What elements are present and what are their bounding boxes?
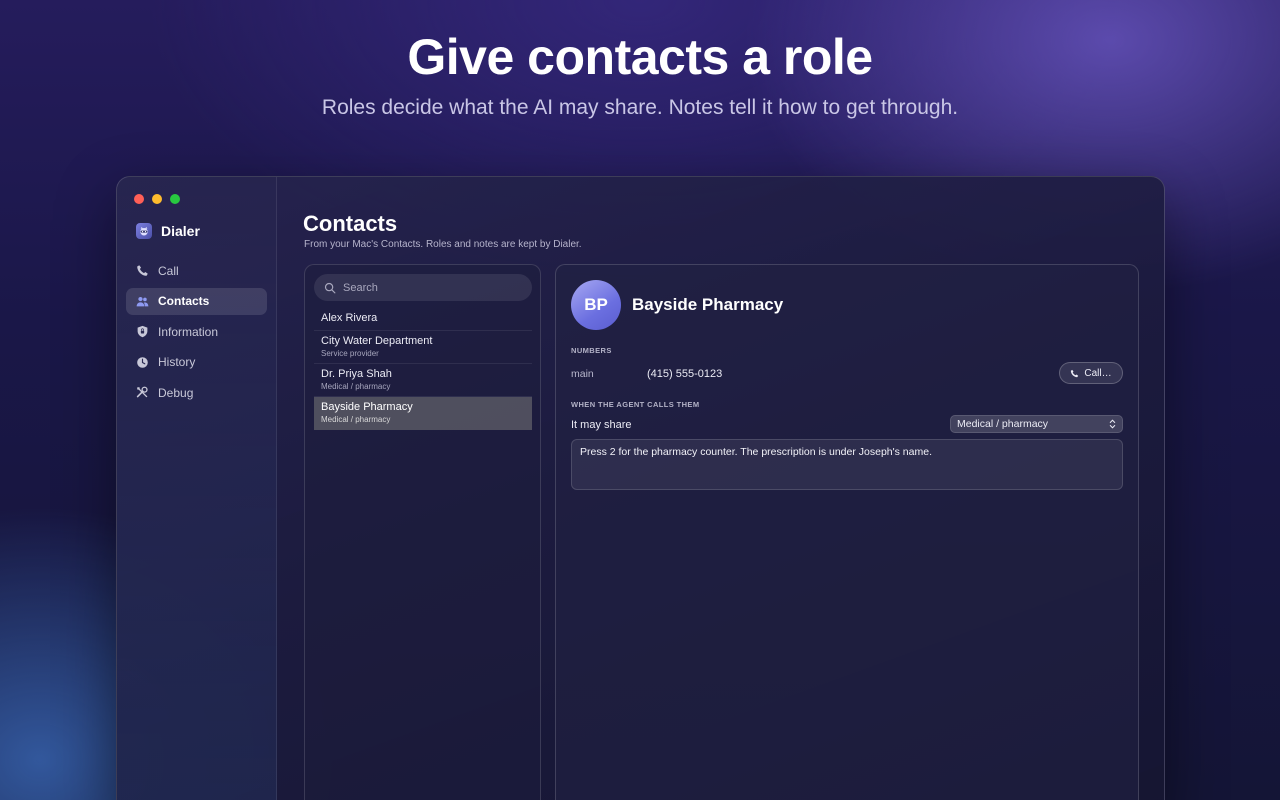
search-field[interactable]: Search (314, 274, 532, 301)
contact-name: Bayside Pharmacy (321, 401, 413, 413)
role-select[interactable]: Medical / pharmacy (950, 415, 1123, 433)
hero-title: Give contacts a role (407, 29, 873, 85)
sidebar-nav: Call Contacts Information History Debug (126, 257, 267, 410)
contact-list-panel: Search Alex Rivera City Water Department… (304, 264, 541, 800)
contact-role: Medical / pharmacy (321, 415, 391, 424)
contact-list: Alex Rivera City Water Department Servic… (314, 308, 532, 430)
contact-detail-name: Bayside Pharmacy (632, 295, 784, 314)
notes-field[interactable]: Press 2 for the pharmacy counter. The pr… (571, 439, 1123, 490)
phone-icon (1071, 369, 1079, 377)
sidebar-item-information[interactable]: Information (126, 318, 267, 345)
close-window-button[interactable] (134, 194, 144, 204)
avatar: BP (571, 280, 621, 330)
contact-row-selected[interactable]: Bayside Pharmacy Medical / pharmacy (314, 397, 532, 430)
contact-detail-panel: BP Bayside Pharmacy NUMBERS main (415) 5… (555, 264, 1139, 800)
minimize-window-button[interactable] (152, 194, 162, 204)
tools-icon (136, 386, 149, 399)
contact-role: Service provider (321, 349, 379, 358)
raccoon-logo-icon (136, 223, 152, 239)
sidebar-item-label: Information (158, 324, 219, 339)
page-subtitle: From your Mac's Contacts. Roles and note… (304, 239, 582, 250)
contact-name: Dr. Priya Shah (321, 368, 392, 380)
main-content: Contacts From your Mac's Contacts. Roles… (277, 177, 1164, 800)
contact-name: Alex Rivera (321, 312, 378, 324)
search-input[interactable]: Search (343, 282, 378, 294)
phone-number: (415) 555-0123 (647, 368, 723, 380)
shield-icon (136, 325, 149, 338)
contact-row[interactable]: Dr. Priya Shah Medical / pharmacy (314, 364, 532, 397)
contact-name: City Water Department (321, 335, 433, 347)
search-icon (324, 282, 336, 293)
contact-row[interactable]: Alex Rivera (314, 308, 532, 331)
chevron-updown-icon (1109, 419, 1116, 429)
people-icon (136, 295, 149, 308)
sidebar-item-label: Contacts (158, 294, 210, 308)
call-button-label: Call… (1084, 367, 1112, 379)
app-window: Dialer Call Contacts Information History… (116, 176, 1165, 800)
sidebar-item-label: Debug (158, 385, 194, 400)
number-kind-label: main (571, 368, 594, 380)
hero-subtitle: Roles decide what the AI may share. Note… (321, 96, 959, 119)
share-label: It may share (571, 419, 632, 431)
contact-row[interactable]: City Water Department Service provider (314, 331, 532, 364)
sidebar-item-label: Call (158, 263, 179, 278)
sidebar-item-call[interactable]: Call (126, 257, 267, 284)
sidebar-item-history[interactable]: History (126, 349, 267, 376)
role-select-value: Medical / pharmacy (957, 418, 1049, 430)
zoom-window-button[interactable] (170, 194, 180, 204)
call-button[interactable]: Call… (1059, 362, 1123, 384)
sidebar-item-label: History (158, 355, 196, 369)
numbers-section-label: NUMBERS (571, 346, 612, 355)
app-brand: Dialer (136, 223, 200, 239)
window-controls (134, 194, 180, 204)
contact-role: Medical / pharmacy (321, 382, 391, 391)
sidebar-item-contacts[interactable]: Contacts (126, 287, 267, 315)
clock-icon (136, 356, 149, 369)
sidebar-item-debug[interactable]: Debug (126, 379, 267, 406)
page-title: Contacts (303, 211, 398, 236)
app-name: Dialer (161, 223, 200, 239)
sidebar: Dialer Call Contacts Information History… (117, 177, 277, 800)
agent-section-label: WHEN THE AGENT CALLS THEM (571, 400, 700, 409)
phone-icon (136, 264, 149, 277)
